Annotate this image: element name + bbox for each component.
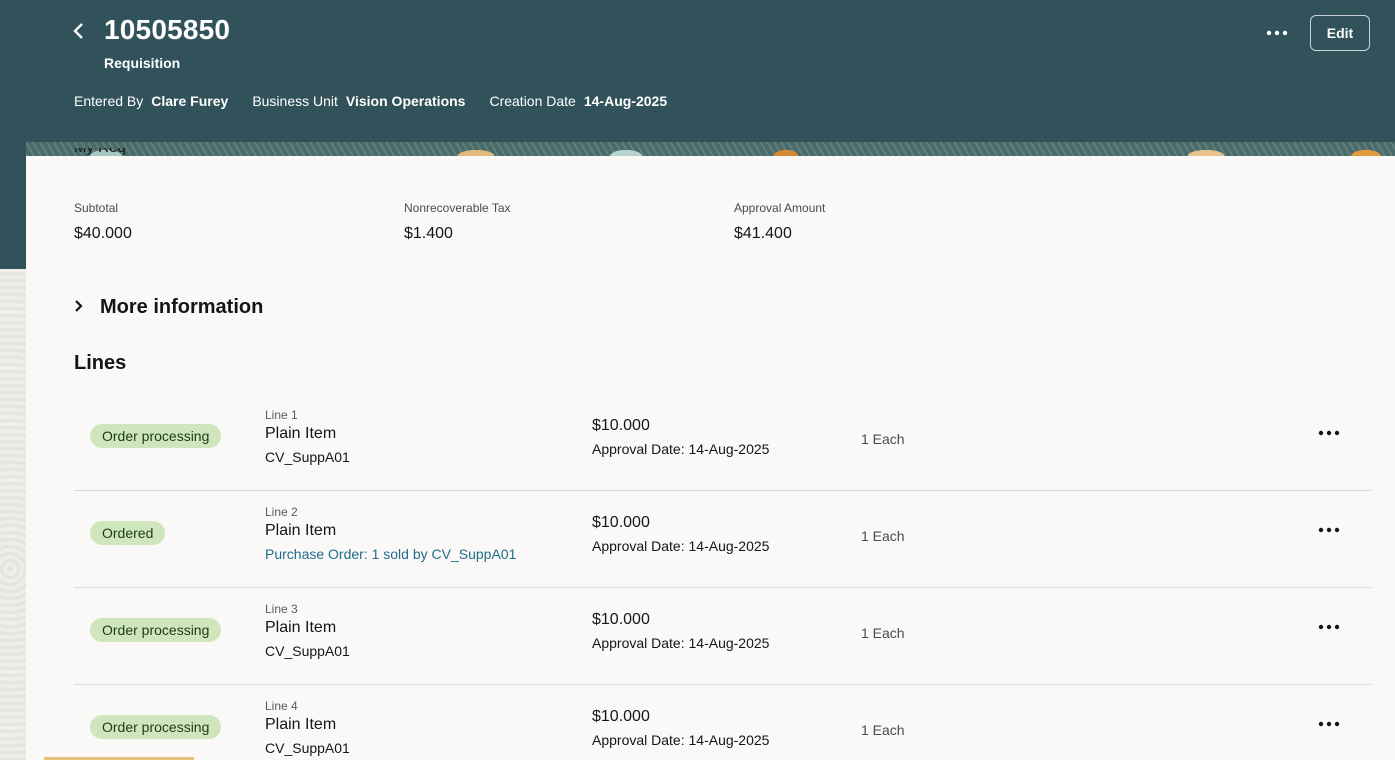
status-badge: Order processing (90, 715, 222, 739)
line-number: Line 4 (265, 699, 298, 713)
line-item: Plain Item (265, 619, 337, 636)
back-button[interactable] (66, 20, 92, 46)
line-quantity: 1 Each (861, 431, 905, 447)
lines-list: Order processing Line 1 Plain Item CV_Su… (74, 394, 1371, 760)
line-more-button[interactable] (1314, 616, 1344, 638)
line-number: Line 2 (265, 505, 298, 519)
line-approval-date: Approval Date: 14-Aug-2025 (592, 732, 770, 748)
line-quantity: 1 Each (861, 722, 905, 738)
more-information-toggle[interactable]: More information (74, 296, 263, 319)
status-badge: Order processing (90, 424, 222, 448)
requisition-card: My Req Subtotal $40.000 Nonrecoverable T… (26, 148, 1395, 760)
line-quantity: 1 Each (861, 625, 905, 641)
header-meta: Entered By Clare Furey Business Unit Visio… (74, 93, 667, 109)
line-amount: $10.000 (592, 611, 650, 628)
line-supplier: CV_SuppA01 (265, 643, 350, 659)
line-amount: $10.000 (592, 514, 650, 531)
line-amount: $10.000 (592, 708, 650, 725)
chevron-left-icon (73, 23, 83, 39)
decorative-pattern (26, 142, 1395, 156)
line-quantity: 1 Each (861, 528, 905, 544)
line-row[interactable]: Ordered Line 2 Plain Item Purchase Order… (74, 491, 1371, 588)
line-amount: $10.000 (592, 417, 650, 434)
edit-button[interactable]: Edit (1310, 15, 1370, 51)
more-horizontal-icon (1318, 527, 1340, 533)
line-item: Plain Item (265, 716, 337, 733)
more-horizontal-icon (1318, 624, 1340, 630)
line-more-button[interactable] (1314, 519, 1344, 541)
more-horizontal-icon (1318, 721, 1340, 727)
line-supplier: CV_SuppA01 (265, 449, 350, 465)
page-subtitle: Requisition (104, 55, 181, 71)
line-number: Line 1 (265, 408, 298, 422)
line-approval-date: Approval Date: 14-Aug-2025 (592, 441, 770, 457)
chevron-right-icon (74, 297, 100, 318)
meta-creation-date: Creation Date 14-Aug-2025 (489, 93, 668, 109)
line-approval-date: Approval Date: 14-Aug-2025 (592, 635, 770, 651)
line-item: Plain Item (265, 522, 337, 539)
lines-heading: Lines (74, 352, 127, 374)
status-badge: Order processing (90, 618, 222, 642)
line-more-button[interactable] (1314, 422, 1344, 444)
purchase-order-link[interactable]: Purchase Order: 1 sold by CV_SuppA01 (265, 546, 516, 562)
line-supplier: CV_SuppA01 (265, 740, 350, 756)
nonrecoverable-tax: Nonrecoverable Tax $1.400 (404, 201, 511, 242)
status-badge: Ordered (90, 521, 166, 545)
meta-entered-by: Entered By Clare Furey (74, 93, 229, 109)
more-horizontal-icon (1266, 30, 1288, 36)
line-item: Plain Item (265, 425, 337, 442)
line-more-button[interactable] (1314, 713, 1344, 735)
line-number: Line 3 (265, 602, 298, 616)
approval-amount: Approval Amount $41.400 (734, 201, 826, 242)
requisition-description: My Req (74, 148, 126, 162)
meta-business-unit: Business Unit Vision Operations (252, 93, 466, 109)
line-approval-date: Approval Date: 14-Aug-2025 (592, 538, 770, 554)
line-row[interactable]: Order processing Line 4 Plain Item CV_Su… (74, 685, 1371, 760)
subtotal: Subtotal $40.000 (74, 201, 132, 242)
more-horizontal-icon (1318, 430, 1340, 436)
page-title: 10505850 (104, 14, 231, 45)
background-texture (0, 269, 26, 760)
header-more-button[interactable] (1262, 22, 1292, 44)
line-row[interactable]: Order processing Line 3 Plain Item CV_Su… (74, 588, 1371, 685)
line-row[interactable]: Order processing Line 1 Plain Item CV_Su… (74, 394, 1371, 491)
